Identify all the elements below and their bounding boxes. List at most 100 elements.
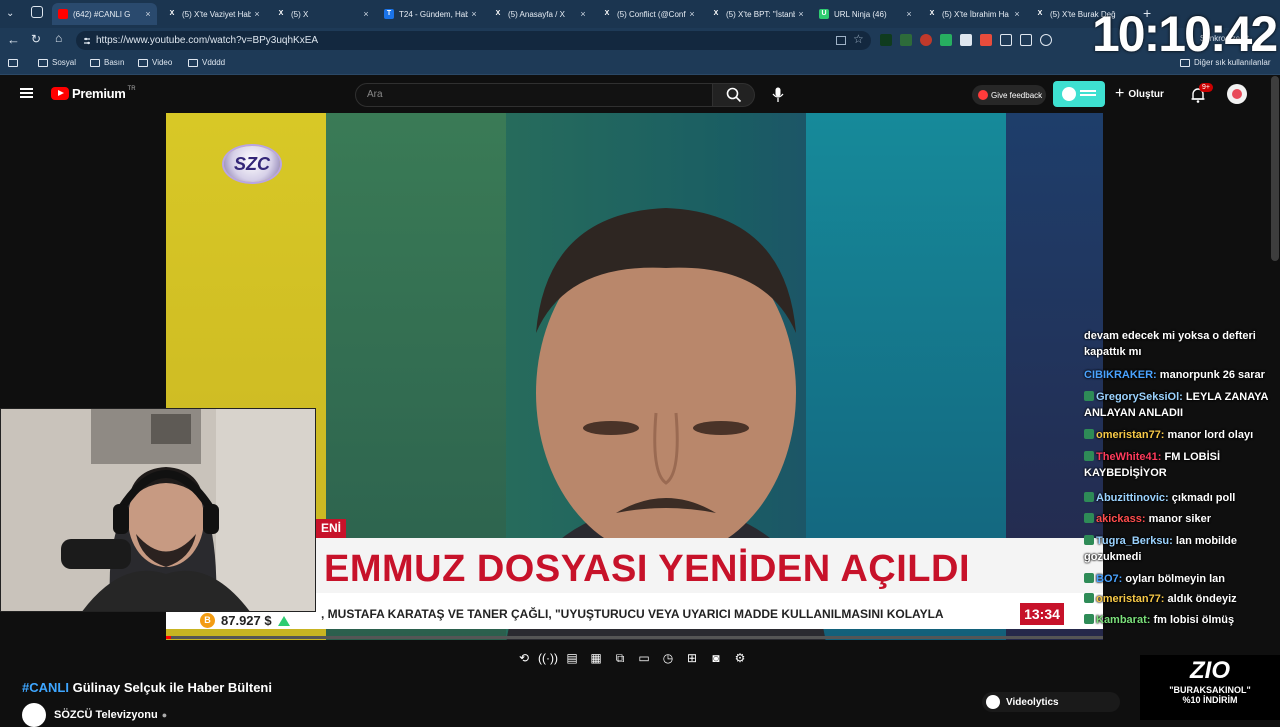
extension-icon[interactable] xyxy=(980,34,992,46)
home-icon[interactable]: ⌂ xyxy=(55,31,62,45)
chat-username[interactable]: Tugra_Berksu: xyxy=(1096,535,1173,547)
extension-icon[interactable] xyxy=(940,34,952,46)
chat-username[interactable]: GregorySeksiOl: xyxy=(1096,391,1183,403)
btc-price: B 87.927 $ xyxy=(200,613,290,628)
notifications-button[interactable]: 9+ xyxy=(1190,83,1213,105)
chat-text: aldık öndeyiz xyxy=(1167,593,1237,605)
chat-username[interactable]: Kambarat: xyxy=(1096,614,1150,626)
back-icon[interactable]: ← xyxy=(7,32,20,47)
bookmarks-toggle-icon[interactable] xyxy=(8,59,18,67)
browser-tab[interactable]: X (5) Anasayfa / X × xyxy=(487,3,592,25)
close-tab-icon[interactable]: × xyxy=(251,9,263,19)
browser-tab[interactable]: U URL Ninja (46) × xyxy=(813,3,918,25)
streamer-webcam xyxy=(0,408,316,612)
stream-chat-overlay: devam edecek mi yoksa o defteri kapattık… xyxy=(1080,320,1280,630)
chat-text: manor lord olayı xyxy=(1167,429,1254,441)
videolytics-button[interactable]: Videolytics xyxy=(982,692,1120,712)
browser-tab[interactable]: X (5) Conflict (@Confl × xyxy=(596,3,701,25)
site-info-icon[interactable] xyxy=(82,36,92,46)
extension-icon[interactable] xyxy=(900,34,912,46)
x-icon: X xyxy=(169,10,175,17)
captions-icon[interactable]: ▭ xyxy=(635,649,653,667)
browser-tab[interactable]: (642) #CANLI G × xyxy=(52,3,157,25)
feedback-icon xyxy=(978,90,988,100)
browser-tab[interactable]: T T24 - Gündem, Hab × xyxy=(378,3,483,25)
video-title-hashtag[interactable]: #CANLI xyxy=(22,680,69,695)
youtube-logo[interactable]: Premium TR xyxy=(51,86,136,101)
add-frame-icon[interactable]: ⊞ xyxy=(683,649,701,667)
chat-username[interactable]: TheWhite41: xyxy=(1096,451,1161,463)
channel-info[interactable]: SÖZCÜ Televizyonu ● xyxy=(22,703,167,727)
search-button[interactable] xyxy=(713,83,755,107)
x-icon: X xyxy=(1037,10,1043,17)
chat-badge-icon xyxy=(1084,593,1094,603)
chat-message: akickass: manor siker xyxy=(1084,511,1276,527)
browser-tab[interactable]: X (5) X'te İbrahim Ha × xyxy=(921,3,1026,25)
chat-username[interactable]: Abuzittinovic: xyxy=(1096,492,1169,504)
url-input[interactable]: https://www.youtube.com/watch?v=BPy3uqhK… xyxy=(76,31,871,50)
bookmark-folder-video[interactable]: Video xyxy=(138,58,172,67)
page-scrollbar[interactable] xyxy=(1271,76,1279,261)
close-tab-icon[interactable]: × xyxy=(795,9,807,19)
extension-icon[interactable] xyxy=(1040,34,1052,46)
extension-icon[interactable] xyxy=(880,34,892,46)
close-tab-icon[interactable]: × xyxy=(577,9,589,19)
bookmark-folder-basin[interactable]: Basın xyxy=(90,58,124,67)
reload-icon[interactable]: ↻ xyxy=(31,32,41,46)
split-screen-icon[interactable] xyxy=(836,36,846,45)
close-tab-icon[interactable]: × xyxy=(1011,9,1023,19)
create-button[interactable]: + Oluştur xyxy=(1115,85,1164,103)
favorite-star-icon[interactable]: ☆ xyxy=(853,32,864,46)
chat-username[interactable]: CIBIKRAKER: xyxy=(1084,369,1157,381)
broadcast-icon[interactable]: ((·)) xyxy=(538,649,558,667)
tab-list-dropdown-icon[interactable]: ⌄ xyxy=(6,8,14,19)
bookmark-folder-sosyal[interactable]: Sosyal xyxy=(38,58,76,67)
video-progress-bar[interactable] xyxy=(166,636,1103,639)
close-tab-icon[interactable]: × xyxy=(468,9,480,19)
chat-username[interactable]: omeristan77: xyxy=(1096,429,1164,441)
player-controls: ⟲ ((·)) ▤ ▦ ⧉ ▭ ◷ ⊞ ◙ ⚙ xyxy=(515,648,749,668)
close-tab-icon[interactable]: × xyxy=(360,9,372,19)
extensions-puzzle-icon[interactable] xyxy=(1000,34,1012,46)
x-icon: X xyxy=(929,10,935,17)
bookmark-folder-vdddd[interactable]: Vdddd xyxy=(188,58,225,67)
settings-gear-icon[interactable]: ⚙ xyxy=(731,649,749,667)
extension-icon[interactable] xyxy=(960,34,972,46)
loop-icon[interactable]: ⟲ xyxy=(515,649,533,667)
chat-message: TheWhite41: FM LOBİSİ KAYBEDİŞİYOR xyxy=(1084,449,1276,481)
notification-count-badge: 9+ xyxy=(1199,83,1213,92)
voice-search-button[interactable] xyxy=(766,84,790,106)
sidebar-icon[interactable] xyxy=(1020,34,1032,46)
chat-message: Kambarat: fm lobisi ölmüş xyxy=(1084,612,1276,628)
close-tab-icon[interactable]: × xyxy=(903,9,915,19)
sponsor-logo: ZIO xyxy=(1190,657,1230,684)
chat-text: manorpunk 26 sarar xyxy=(1159,369,1265,381)
channel-avatar[interactable] xyxy=(22,703,46,727)
browser-tab[interactable]: X (5) X'te Vaziyet Hab × xyxy=(161,3,266,25)
chat-username[interactable]: omeristan77: xyxy=(1096,593,1164,605)
chat-username[interactable]: BO7: xyxy=(1096,573,1122,585)
bitcoin-icon: B xyxy=(200,613,215,628)
account-avatar[interactable] xyxy=(1227,84,1247,104)
browser-tab[interactable]: X (5) X × xyxy=(270,3,375,25)
tab-label: (5) X'te İbrahim Ha xyxy=(942,9,1009,19)
close-tab-icon[interactable]: × xyxy=(686,9,698,19)
chat-username[interactable]: akickass: xyxy=(1096,513,1146,525)
calendar-icon[interactable]: ▦ xyxy=(587,649,605,667)
camera-icon[interactable]: ◙ xyxy=(707,649,725,667)
give-feedback-button[interactable]: Give feedback xyxy=(972,85,1046,105)
folder-icon xyxy=(90,58,100,67)
news-headline: EMMUZ DOSYASI YENİDEN AÇILDI xyxy=(324,548,971,590)
menu-icon[interactable] xyxy=(20,88,33,98)
close-tab-icon[interactable]: × xyxy=(142,9,154,19)
screenshot-icon[interactable]: ▤ xyxy=(563,649,581,667)
extension-icon[interactable] xyxy=(920,34,932,46)
workspaces-icon[interactable] xyxy=(31,6,43,18)
tab-label: (5) X xyxy=(291,9,309,19)
search-input[interactable]: Ara xyxy=(355,83,713,107)
speed-icon[interactable]: ◷ xyxy=(659,649,677,667)
picture-in-picture-icon[interactable]: ⧉ xyxy=(611,649,629,667)
browser-tab[interactable]: X (5) X'te BPT: "İstanb × xyxy=(705,3,810,25)
extension-toggle[interactable] xyxy=(1053,81,1105,107)
chat-badge-icon xyxy=(1084,451,1094,461)
